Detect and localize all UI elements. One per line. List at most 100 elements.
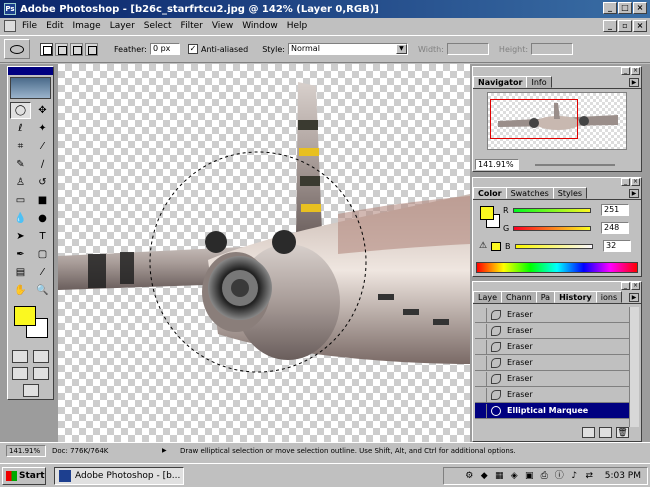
- notes-tool-icon[interactable]: ▤: [10, 264, 31, 281]
- palette-menu-icon[interactable]: ▶: [629, 78, 639, 87]
- menu-view[interactable]: View: [212, 21, 233, 31]
- maximize-button[interactable]: □: [618, 2, 632, 14]
- b-slider[interactable]: [515, 243, 593, 249]
- trash-icon[interactable]: 🗑: [616, 427, 629, 438]
- tab-styles[interactable]: Styles: [552, 187, 588, 199]
- gradient-tool-icon[interactable]: ■: [32, 192, 53, 209]
- navigator-zoom-slider[interactable]: [535, 164, 615, 166]
- eyedropper-tool-icon[interactable]: ⁄: [32, 264, 53, 281]
- path-selection-icon[interactable]: ➤: [10, 228, 31, 245]
- screen-mode-button[interactable]: [12, 367, 29, 380]
- new-snapshot-button[interactable]: [599, 427, 612, 438]
- marquee-tool-icon[interactable]: ◯: [10, 102, 31, 119]
- navigator-palette-titlebar[interactable]: _ ×: [473, 67, 641, 76]
- color-minimize-button[interactable]: _: [621, 178, 630, 186]
- tool-preset-picker[interactable]: [4, 39, 30, 59]
- magic-wand-tool-icon[interactable]: ✦: [32, 120, 53, 137]
- tab-color[interactable]: Color: [473, 187, 507, 199]
- navigator-thumbnail[interactable]: [487, 92, 627, 150]
- color-fg-swatch[interactable]: [480, 206, 494, 220]
- hand-tool-icon[interactable]: ✋: [10, 282, 31, 299]
- gamut-warning-icon[interactable]: ⚠: [479, 241, 491, 251]
- tray-printer-icon[interactable]: ⎙: [539, 471, 550, 482]
- gamut-color-swatch[interactable]: [491, 241, 501, 251]
- healing-brush-icon[interactable]: ✎: [10, 156, 31, 173]
- move-tool-icon[interactable]: ✥: [32, 102, 53, 119]
- tray-app-icon[interactable]: ◆: [479, 471, 490, 482]
- jump-to-imageready-button[interactable]: [22, 384, 39, 397]
- blur-tool-icon[interactable]: 💧: [10, 210, 31, 227]
- tab-actions[interactable]: ions: [595, 291, 623, 303]
- tray-info-icon[interactable]: ⓘ: [554, 471, 565, 482]
- tray-shield-icon[interactable]: ◈: [509, 471, 520, 482]
- start-button[interactable]: Start: [2, 466, 46, 485]
- color-menu-icon[interactable]: ▶: [629, 189, 639, 198]
- g-slider[interactable]: [513, 225, 591, 231]
- zoom-tool-icon[interactable]: 🔍: [32, 282, 53, 299]
- doc-restore-button[interactable]: ▫: [618, 20, 632, 32]
- foreground-color-swatch[interactable]: [14, 306, 36, 326]
- document-icon[interactable]: [4, 20, 16, 32]
- new-selection-button[interactable]: [40, 42, 53, 56]
- shape-tool-icon[interactable]: ▢: [32, 246, 53, 263]
- tab-history[interactable]: History: [554, 291, 597, 303]
- navigator-close-button[interactable]: ×: [631, 67, 640, 75]
- menu-filter[interactable]: Filter: [181, 21, 203, 31]
- feather-input[interactable]: 0 px: [149, 43, 180, 55]
- menu-edit[interactable]: Edit: [46, 21, 63, 31]
- status-zoom-input[interactable]: 141.91%: [6, 444, 46, 457]
- tray-net-icon[interactable]: ⇄: [584, 471, 595, 482]
- history-close-button[interactable]: ×: [631, 282, 640, 290]
- menu-window[interactable]: Window: [242, 21, 278, 31]
- tab-channels[interactable]: Chann: [501, 291, 537, 303]
- minimize-button[interactable]: _: [603, 2, 617, 14]
- navigator-zoom-input[interactable]: 141.91%: [475, 159, 519, 170]
- slice-tool-icon[interactable]: ⁄: [32, 138, 53, 155]
- close-button[interactable]: ×: [633, 2, 647, 14]
- menu-help[interactable]: Help: [287, 21, 308, 31]
- history-item[interactable]: Eraser: [475, 387, 629, 403]
- history-minimize-button[interactable]: _: [621, 282, 630, 290]
- fullscreen-menu-button[interactable]: [32, 367, 49, 380]
- g-value-input[interactable]: 248: [601, 222, 629, 234]
- tray-volume-icon[interactable]: ♪: [569, 471, 580, 482]
- color-palette-titlebar[interactable]: _ ×: [473, 178, 641, 187]
- lasso-tool-icon[interactable]: ℓ: [10, 120, 31, 137]
- color-close-button[interactable]: ×: [631, 178, 640, 186]
- toolbox-titlebar[interactable]: [8, 67, 53, 75]
- status-menu-arrow-icon[interactable]: ▶: [162, 447, 172, 454]
- tab-swatches[interactable]: Swatches: [505, 187, 554, 199]
- history-palette-titlebar[interactable]: _ ×: [473, 282, 641, 291]
- history-item-selected[interactable]: Elliptical Marquee: [475, 403, 629, 419]
- quickmask-mode-button[interactable]: [32, 350, 49, 363]
- add-selection-button[interactable]: [55, 42, 68, 56]
- b-value-input[interactable]: 32: [603, 240, 631, 252]
- r-value-input[interactable]: 251: [601, 204, 629, 216]
- eraser-tool-icon[interactable]: ▭: [10, 192, 31, 209]
- navigator-minimize-button[interactable]: _: [621, 67, 630, 75]
- navigator-view-box[interactable]: [490, 99, 578, 139]
- adobe-logo[interactable]: [10, 77, 51, 99]
- history-scrollbar[interactable]: [629, 307, 639, 427]
- tray-monitor-icon[interactable]: ▣: [524, 471, 535, 482]
- taskbar-item-photoshop[interactable]: Adobe Photoshop - [b...: [54, 466, 184, 485]
- menu-image[interactable]: Image: [73, 21, 101, 31]
- crop-tool-icon[interactable]: ⌗: [10, 138, 31, 155]
- dodge-tool-icon[interactable]: ●: [32, 210, 53, 227]
- color-spectrum-bar[interactable]: [476, 262, 638, 273]
- antialiased-checkbox[interactable]: ✓: [187, 44, 198, 54]
- tab-navigator[interactable]: Navigator: [473, 76, 528, 88]
- subtract-selection-button[interactable]: [70, 42, 83, 56]
- history-menu-icon[interactable]: ▶: [629, 293, 639, 302]
- standard-mode-button[interactable]: [12, 350, 29, 363]
- tray-chart-icon[interactable]: ▦: [494, 471, 505, 482]
- new-document-from-state-button[interactable]: [582, 427, 595, 438]
- tab-layers[interactable]: Laye: [473, 291, 503, 303]
- doc-close-button[interactable]: ×: [633, 20, 647, 32]
- tab-paths[interactable]: Pa: [535, 291, 556, 303]
- history-item[interactable]: Eraser: [475, 339, 629, 355]
- photoshop-app-icon[interactable]: Ps: [4, 3, 16, 15]
- history-item[interactable]: Eraser: [475, 371, 629, 387]
- tray-network-icon[interactable]: ⚙: [464, 471, 475, 482]
- style-select[interactable]: Normal ▼: [287, 43, 408, 55]
